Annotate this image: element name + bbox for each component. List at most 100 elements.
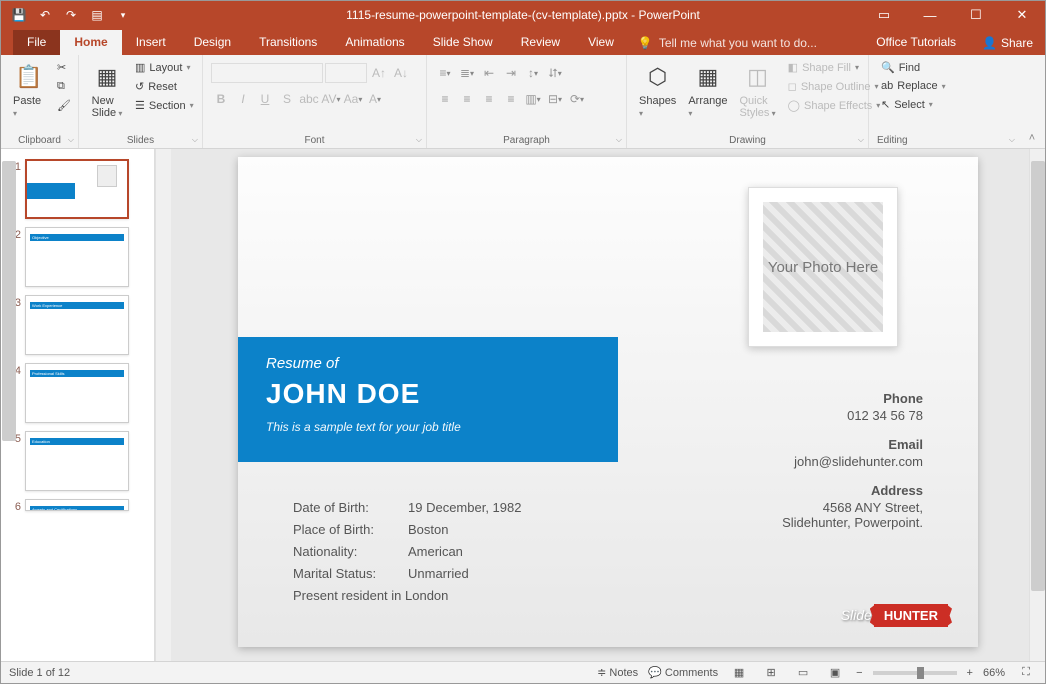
slide[interactable]: Your Photo Here Resume of JOHN DOE This … <box>238 157 978 647</box>
person-name: JOHN DOE <box>266 378 590 410</box>
zoom-level[interactable]: 66% <box>983 667 1005 679</box>
smartart-button[interactable]: ⟳ <box>567 89 587 109</box>
share-button[interactable]: 👤Share <box>970 31 1045 55</box>
normal-view-icon[interactable]: ▦ <box>728 664 750 682</box>
zoom-out-button[interactable]: − <box>856 667 862 679</box>
maximize-button[interactable]: ☐ <box>953 1 999 29</box>
align-right-button[interactable]: ≡ <box>479 89 499 109</box>
marital-label: Marital Status: <box>293 563 408 585</box>
font-name-input[interactable] <box>211 63 323 83</box>
tab-transitions[interactable]: Transitions <box>245 30 331 55</box>
thumb-2[interactable]: 2 Objective <box>7 227 148 287</box>
copy-button[interactable]: ⧉ <box>53 78 75 95</box>
reading-view-icon[interactable]: ▭ <box>792 664 814 682</box>
collapse-ribbon-icon[interactable]: ˄ <box>1019 55 1045 148</box>
slide-counter[interactable]: Slide 1 of 12 <box>9 667 70 679</box>
thumb-3[interactable]: 3 Work Experience <box>7 295 148 355</box>
increase-indent-button[interactable]: ⇥ <box>501 63 521 83</box>
zoom-in-button[interactable]: + <box>967 667 973 679</box>
slidehunter-logo: SlideHUNTER <box>841 604 948 627</box>
email-value: john@slidehunter.com <box>782 454 923 469</box>
fit-to-window-icon[interactable]: ⛶ <box>1015 664 1037 682</box>
arrange-button[interactable]: ▦Arrange <box>684 59 731 121</box>
shape-fill-label: Shape Fill <box>802 62 851 74</box>
bullets-button[interactable]: ≡ <box>435 63 455 83</box>
bold-button[interactable]: B <box>211 89 231 109</box>
tab-review[interactable]: Review <box>507 30 574 55</box>
tab-design[interactable]: Design <box>180 30 245 55</box>
tab-insert[interactable]: Insert <box>122 30 180 55</box>
shapes-button[interactable]: ⬡Shapes <box>635 59 680 121</box>
start-from-beginning-icon[interactable]: ▤ <box>85 4 109 26</box>
cut-button[interactable]: ✂ <box>53 59 75 76</box>
thumbnail-panel[interactable]: 1 2 Objective 3 Work Experience 4 Profes… <box>1 149 155 661</box>
title-box[interactable]: Resume of JOHN DOE This is a sample text… <box>238 337 618 462</box>
undo-icon[interactable]: ↶ <box>33 4 57 26</box>
share-label: Share <box>1001 36 1033 50</box>
numbering-button[interactable]: ≣ <box>457 63 477 83</box>
ribbon-tabs: File Home Insert Design Transitions Anim… <box>1 29 1045 55</box>
tab-tutorials[interactable]: Office Tutorials <box>862 30 970 55</box>
italic-button[interactable]: I <box>233 89 253 109</box>
decrease-font-icon[interactable]: A↓ <box>391 63 411 83</box>
increase-font-icon[interactable]: A↑ <box>369 63 389 83</box>
canvas-scrollbar[interactable] <box>1029 149 1045 661</box>
line-spacing-button[interactable]: ↕ <box>523 63 543 83</box>
quick-styles-button[interactable]: ◫Quick Styles <box>735 59 779 121</box>
underline-button[interactable]: U <box>255 89 275 109</box>
layout-button[interactable]: ▥Layout <box>131 59 198 76</box>
photo-placeholder[interactable]: Your Photo Here <box>748 187 898 347</box>
reset-button[interactable]: ↺Reset <box>131 78 198 95</box>
decrease-indent-button[interactable]: ⇤ <box>479 63 499 83</box>
contact-details[interactable]: Phone 012 34 56 78 Email john@slidehunte… <box>782 377 923 530</box>
tab-home[interactable]: Home <box>60 30 121 55</box>
close-button[interactable]: ✕ <box>999 1 1045 29</box>
char-spacing-button[interactable]: AV <box>321 89 341 109</box>
align-center-button[interactable]: ≡ <box>457 89 477 109</box>
tab-view[interactable]: View <box>574 30 628 55</box>
zoom-slider[interactable] <box>873 671 957 675</box>
slideshow-view-icon[interactable]: ▣ <box>824 664 846 682</box>
paste-button[interactable]: 📋Paste <box>9 59 49 121</box>
thumb-6[interactable]: 6 Awards and Certifications <box>7 499 148 513</box>
tab-animations[interactable]: Animations <box>331 30 418 55</box>
thumbs-scrollbar[interactable] <box>155 149 171 661</box>
arrange-icon: ▦ <box>692 61 724 93</box>
font-size-input[interactable] <box>325 63 367 83</box>
dob-label: Date of Birth: <box>293 497 408 519</box>
text-direction-button[interactable]: ⮃ <box>545 63 565 83</box>
minimize-button[interactable]: — <box>907 1 953 29</box>
strikethrough-button[interactable]: S <box>277 89 297 109</box>
align-text-button[interactable]: ⊟ <box>545 89 565 109</box>
shapes-icon: ⬡ <box>642 61 674 93</box>
save-icon[interactable]: 💾 <box>7 4 31 26</box>
format-painter-button[interactable]: 🖌 <box>53 97 75 114</box>
thumb-4[interactable]: 4 Professional Skills <box>7 363 148 423</box>
notes-button[interactable]: ≑ Notes <box>597 666 638 679</box>
select-button[interactable]: ↖Select <box>877 96 950 113</box>
tab-file[interactable]: File <box>13 30 60 55</box>
replace-button[interactable]: abReplace <box>877 78 950 94</box>
columns-button[interactable]: ▥ <box>523 89 543 109</box>
qat-dropdown-icon[interactable]: ▾ <box>111 4 135 26</box>
justify-button[interactable]: ≡ <box>501 89 521 109</box>
comments-button[interactable]: 💬 Comments <box>648 666 718 679</box>
thumb-5[interactable]: 5 Education <box>7 431 148 491</box>
change-case-button[interactable]: Aa <box>343 89 363 109</box>
ribbon-options-icon[interactable]: ▭ <box>861 1 907 29</box>
window-title: 1115-resume-powerpoint-template-(cv-temp… <box>346 8 700 22</box>
redo-icon[interactable]: ↷ <box>59 4 83 26</box>
tell-me-search[interactable]: 💡Tell me what you want to do... <box>628 31 827 55</box>
nationality-value: American <box>408 541 463 563</box>
thumb-1[interactable]: 1 <box>7 159 148 219</box>
new-slide-button[interactable]: ▦New Slide <box>87 59 127 121</box>
section-button[interactable]: ☰Section <box>131 97 198 114</box>
find-button[interactable]: 🔍Find <box>877 59 950 76</box>
sorter-view-icon[interactable]: ⊞ <box>760 664 782 682</box>
personal-details[interactable]: Date of Birth:19 December, 1982 Place of… <box>293 497 521 607</box>
font-color-button[interactable]: A <box>365 89 385 109</box>
slide-canvas-area[interactable]: Your Photo Here Resume of JOHN DOE This … <box>171 149 1045 661</box>
align-left-button[interactable]: ≡ <box>435 89 455 109</box>
tab-slideshow[interactable]: Slide Show <box>419 30 507 55</box>
shadow-button[interactable]: abc <box>299 89 319 109</box>
